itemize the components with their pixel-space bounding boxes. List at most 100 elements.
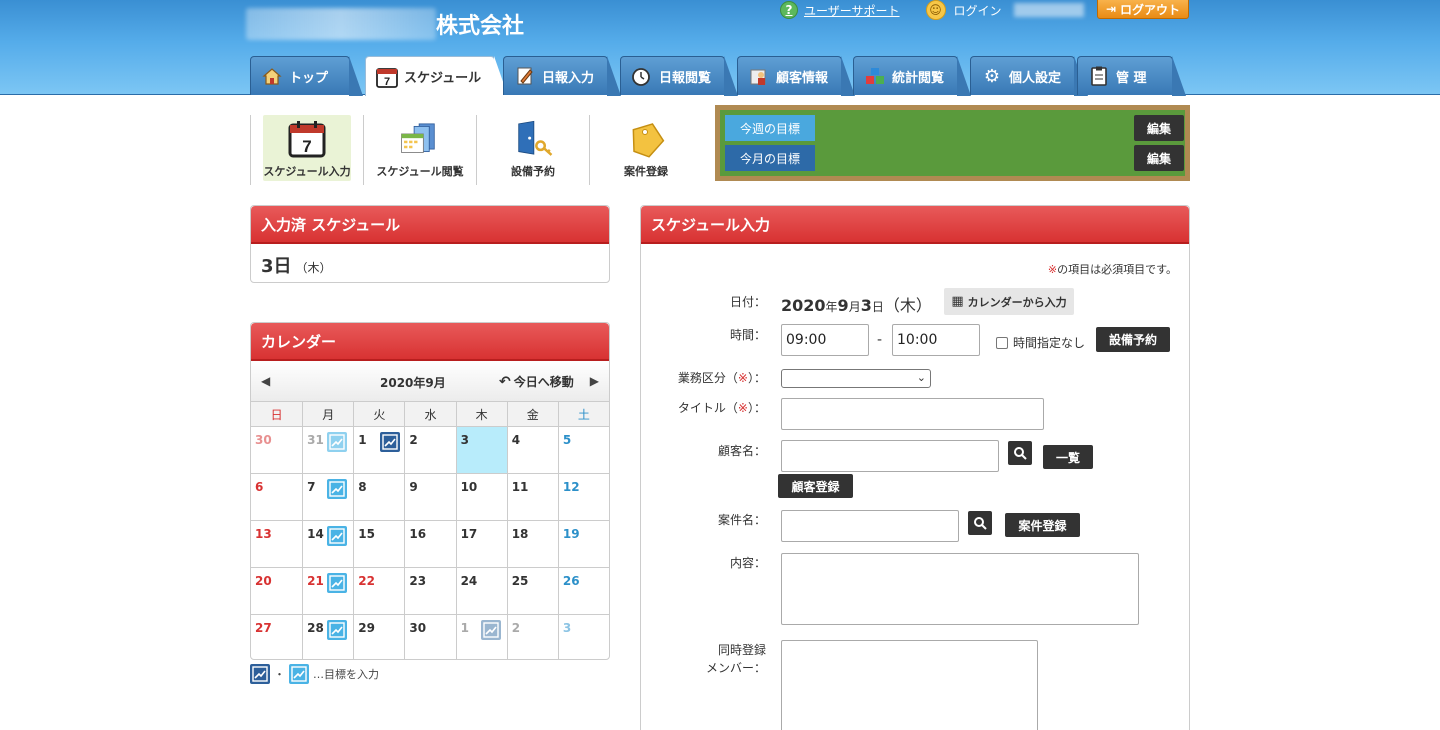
calendar-day-today[interactable]: 3	[455, 427, 507, 474]
customer-register-button[interactable]: 顧客登録	[778, 474, 853, 498]
content-textarea[interactable]	[781, 553, 1139, 625]
calendar-day[interactable]: 25	[506, 568, 558, 615]
weekday-fri: 金	[506, 402, 558, 426]
smile-icon: ☺	[925, 0, 946, 20]
date-value: 2020年9月3日（木）	[781, 292, 932, 316]
calendar-day[interactable]: 9	[404, 474, 456, 521]
calendar-day[interactable]: 16	[404, 521, 456, 568]
no-time-checkbox[interactable]: 時間指定なし	[996, 334, 1085, 351]
calendar-weekday-header: 日 月 火 水 木 金 土	[251, 401, 609, 427]
time-end-input[interactable]: 10:00	[892, 324, 980, 356]
calendar-day[interactable]: 1	[455, 615, 507, 659]
calendar-day[interactable]: 21	[302, 568, 354, 615]
calendar-day[interactable]: 22	[353, 568, 405, 615]
support-link-label[interactable]: ユーザーサポート	[804, 2, 900, 19]
calendar-day[interactable]: 2	[404, 427, 456, 474]
goal-input-icon[interactable]	[327, 573, 348, 593]
calendar-day[interactable]: 13	[251, 521, 303, 568]
calendar-day[interactable]: 18	[506, 521, 558, 568]
goal-input-icon[interactable]	[480, 620, 501, 640]
tab-admin[interactable]: 管 理	[1077, 56, 1186, 96]
category-select[interactable]: ⌄	[781, 369, 931, 388]
calendar-day[interactable]: 15	[353, 521, 405, 568]
date-label: 日付：	[729, 295, 766, 309]
calendar-day[interactable]: 14	[302, 521, 354, 568]
svg-text:7: 7	[302, 137, 311, 156]
customer-list-button[interactable]: 一覧	[1043, 445, 1093, 469]
logout-button[interactable]: ⇥ ログアウト	[1097, 0, 1189, 19]
calendar-day[interactable]: 28	[302, 615, 353, 659]
monthly-goal-edit-button[interactable]: 編集	[1134, 145, 1184, 171]
tab-schedule[interactable]: 7 スケジュール	[365, 56, 508, 96]
tab-daily-report-view-label: 日報閲覧	[659, 70, 712, 86]
schedule-input-title: スケジュール入力	[641, 206, 1189, 244]
project-register-button[interactable]: 案件登録	[1005, 513, 1080, 537]
calendar-day[interactable]: 29	[353, 615, 404, 659]
calendar-day[interactable]: 30	[251, 427, 303, 474]
members-list[interactable]	[781, 640, 1038, 730]
calendar-day[interactable]: 17	[455, 521, 507, 568]
date-weekday: （木）	[883, 296, 932, 315]
support-link[interactable]: ? ユーザーサポート	[780, 1, 900, 19]
calendar-day[interactable]: 10	[455, 474, 507, 521]
customer-input[interactable]	[781, 440, 999, 472]
calendar-day[interactable]: 30	[404, 615, 455, 659]
calendar-day[interactable]: 20	[251, 568, 303, 615]
calendar-day[interactable]: 2	[506, 615, 558, 659]
facility-reserve-button[interactable]: 設備予約	[1096, 327, 1170, 352]
calendar-today-button[interactable]: ↶ 今日へ移動	[499, 373, 574, 390]
subnav-project-register[interactable]: 案件登録	[589, 115, 702, 185]
tab-statistics[interactable]: 統計閲覧	[853, 56, 971, 96]
svg-text:7: 7	[384, 76, 390, 88]
calendar-prev-button[interactable]: ◀	[261, 374, 270, 388]
tab-daily-report-input[interactable]: 日報入力	[503, 56, 621, 96]
search-icon	[974, 517, 987, 530]
no-time-checkbox-box[interactable]	[996, 336, 1008, 349]
calendar-day[interactable]: 11	[506, 474, 558, 521]
subnav-schedule-input[interactable]: 7 スケジュール入力	[250, 115, 363, 185]
tag-icon	[625, 119, 667, 159]
tab-top[interactable]: トップ	[250, 56, 363, 96]
calendar-day[interactable]: 19	[557, 521, 609, 568]
monthly-goal-label[interactable]: 今月の目標	[725, 145, 815, 171]
subnav-facility-reservation[interactable]: 設備予約	[476, 115, 589, 185]
calendar-day[interactable]: 27	[251, 615, 302, 659]
home-icon	[261, 65, 283, 87]
subnav-schedule-view[interactable]: スケジュール閲覧	[363, 115, 476, 185]
project-search-button[interactable]	[968, 511, 992, 535]
tab-daily-report-view[interactable]: 日報閲覧	[620, 56, 738, 96]
calendar-7-icon: 7	[286, 119, 328, 159]
title-input[interactable]	[781, 398, 1044, 430]
weekday-sun: 日	[270, 407, 283, 422]
calendar-day[interactable]: 23	[404, 568, 456, 615]
project-input[interactable]	[781, 510, 959, 542]
tab-personal-settings[interactable]: ⚙ 個人設定	[970, 56, 1088, 96]
weekly-goal-edit-button[interactable]: 編集	[1134, 115, 1184, 141]
goal-input-icon[interactable]	[327, 620, 348, 640]
calendar-day[interactable]: 3	[557, 615, 609, 659]
calendar-day[interactable]: 5	[557, 427, 609, 474]
goal-input-icon[interactable]	[380, 432, 401, 452]
calendar-day[interactable]: 6	[251, 474, 303, 521]
calendar-next-button[interactable]: ▶	[590, 374, 599, 388]
weekday-thu: 木	[455, 402, 507, 426]
weekly-goal-label[interactable]: 今週の目標	[725, 115, 815, 141]
tab-customer-info[interactable]: 顧客情報	[737, 56, 855, 96]
search-icon	[1014, 447, 1027, 460]
calendar-day[interactable]: 1	[353, 427, 405, 474]
calendar-day[interactable]: 12	[557, 474, 609, 521]
calendar-day[interactable]: 24	[455, 568, 507, 615]
calendar-day[interactable]: 26	[557, 568, 609, 615]
title-required-mark: ※	[737, 401, 748, 415]
calendar-day[interactable]: 4	[506, 427, 558, 474]
calendar-day[interactable]: 31	[302, 427, 354, 474]
goal-input-icon[interactable]	[327, 432, 348, 452]
entered-schedule-title: 入力済 スケジュール	[251, 206, 609, 244]
goal-input-icon[interactable]	[327, 479, 348, 499]
time-start-input[interactable]: 09:00	[781, 324, 869, 356]
calendar-day[interactable]: 8	[353, 474, 405, 521]
customer-search-button[interactable]	[1008, 441, 1032, 465]
calendar-input-button[interactable]: ▦ カレンダーから入力	[944, 288, 1074, 315]
calendar-day[interactable]: 7	[302, 474, 354, 521]
goal-input-icon[interactable]	[327, 526, 348, 546]
